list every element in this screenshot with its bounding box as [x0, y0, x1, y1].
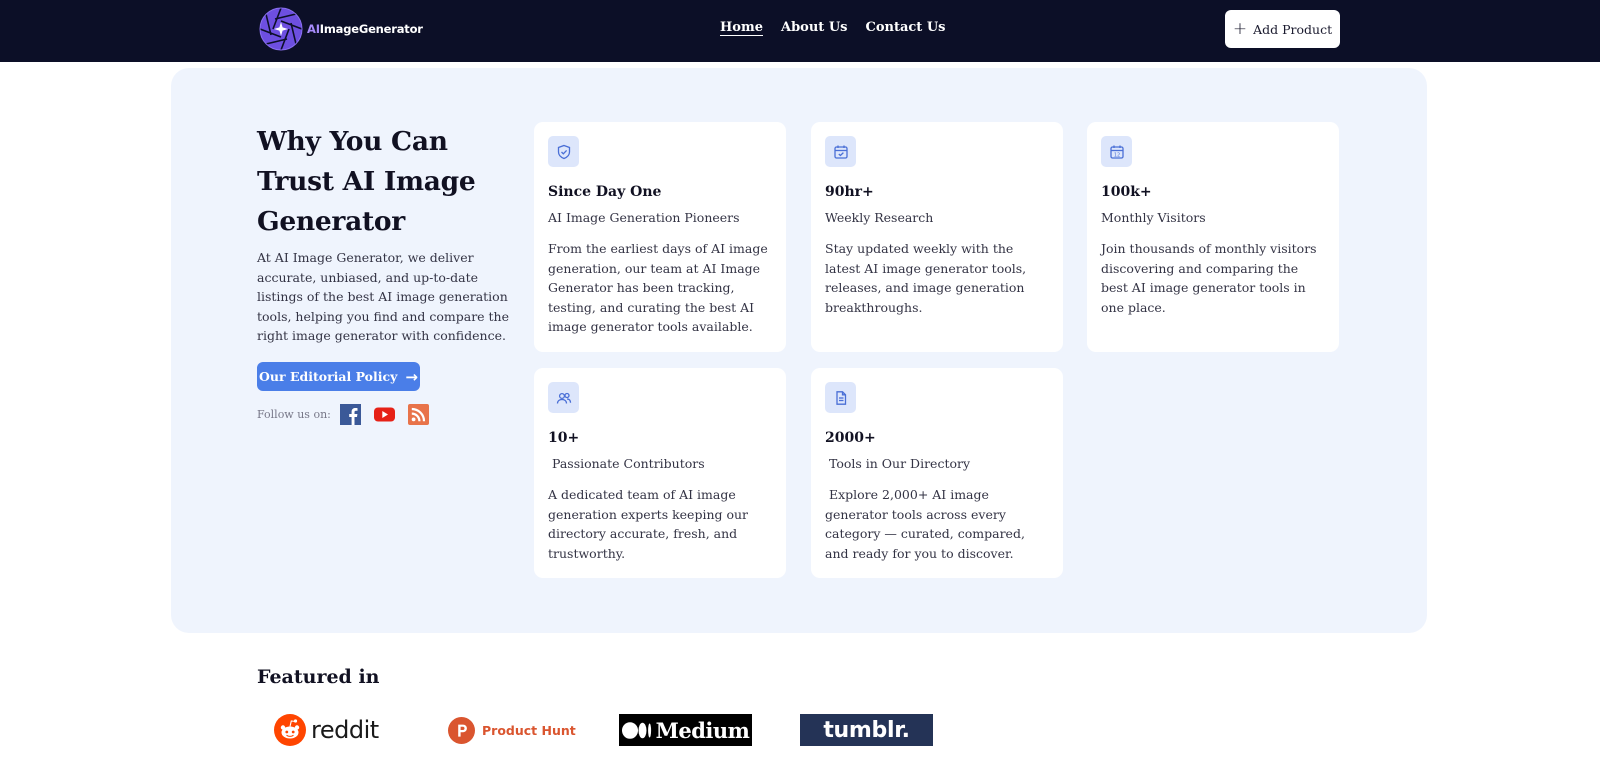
icon-tile: [548, 136, 579, 167]
trust-body: At AI Image Generator, we deliver accura…: [257, 250, 510, 344]
card-label: Passionate Contributors: [548, 456, 705, 471]
card-label: Monthly Visitors: [1101, 210, 1206, 225]
trust-card-since-day-one: Since Day One AI Image Generation Pionee…: [534, 122, 786, 352]
trust-heading: Why You Can Trust AI Image Generator: [257, 126, 476, 237]
arrow-right-icon: →: [405, 367, 418, 386]
follow-us-label: Follow us on:: [257, 408, 331, 421]
icon-tile: 12: [1101, 136, 1132, 167]
main-nav: Home About Us Contact Us: [720, 20, 945, 35]
facebook-icon[interactable]: [339, 404, 361, 425]
icon-tile: [825, 136, 856, 167]
svg-text:12: 12: [1113, 152, 1119, 158]
card-description: A dedicated team of AI image generation …: [548, 487, 753, 561]
trust-card-weekly-research: 90hr+ Weekly Research Stay updated weekl…: [811, 122, 1063, 352]
featured-logo-tumblr[interactable]: tumblr.: [800, 713, 933, 747]
card-stat: 2000+: [825, 430, 876, 446]
site-logo[interactable]: AIImageGenerator: [259, 7, 423, 51]
users-icon: [556, 392, 571, 404]
reddit-wordmark: reddit: [311, 716, 379, 744]
medium-dots-icon: [621, 721, 651, 739]
product-hunt-icon: [448, 716, 475, 744]
medium-logo-box: Medium: [619, 714, 752, 746]
reddit-alien-icon: [274, 714, 306, 746]
nav-link-contact-us[interactable]: Contact Us: [865, 20, 945, 35]
youtube-icon[interactable]: [373, 404, 395, 425]
card-stat: Since Day One: [548, 184, 662, 200]
editorial-policy-button[interactable]: Our Editorial Policy →: [257, 362, 420, 391]
tumblr-logo-box: tumblr.: [800, 714, 933, 746]
card-label: Tools in Our Directory: [825, 456, 971, 471]
rss-icon[interactable]: [407, 404, 429, 425]
top-navigation-bar: AIImageGenerator Home About Us Contact U…: [0, 0, 1600, 62]
card-stat: 10+: [548, 430, 580, 446]
card-description: Explore 2,000+ AI image generator tools …: [825, 487, 1029, 561]
featured-logo-product-hunt[interactable]: Product Hunt: [448, 713, 576, 747]
card-description: Join thousands of monthly visitors disco…: [1101, 241, 1321, 315]
card-description: From the earliest days of AI image gener…: [548, 241, 772, 335]
aperture-logo-icon: [259, 7, 303, 51]
nav-link-about-us[interactable]: About Us: [781, 20, 848, 35]
follow-us-row: Follow us on:: [257, 404, 442, 425]
trust-card-directory: 2000+ Tools in Our Directory Explore 2,0…: [811, 368, 1063, 578]
add-product-label: Add Product: [1253, 21, 1333, 37]
card-description: Stay updated weekly with the latest AI i…: [825, 241, 1031, 315]
product-hunt-wordmark: Product Hunt: [482, 722, 576, 738]
plus-icon: +: [1232, 18, 1248, 39]
card-label: Weekly Research: [825, 210, 934, 225]
add-product-button[interactable]: + Add Product: [1225, 10, 1340, 48]
card-label: AI Image Generation Pioneers: [548, 210, 740, 225]
nav-link-home[interactable]: Home: [720, 20, 763, 35]
trust-intro: Why You Can Trust AI Image Generator At …: [257, 122, 515, 346]
icon-tile: [825, 382, 856, 413]
trust-card-monthly-visitors: 12 100k+ Monthly Visitors Join thousands…: [1087, 122, 1339, 352]
shield-check-icon: [557, 144, 570, 159]
trust-card-contributors: 10+ Passionate Contributors A dedicated …: [534, 368, 786, 578]
featured-logo-reddit[interactable]: reddit: [274, 713, 379, 747]
tumblr-wordmark: tumblr.: [823, 717, 910, 743]
featured-logo-medium[interactable]: Medium: [619, 713, 752, 747]
calendar-check-icon: [833, 145, 848, 159]
card-stat: 100k+: [1101, 184, 1152, 200]
featured-in-heading: Featured in: [257, 666, 380, 688]
card-stat: 90hr+: [825, 184, 874, 200]
document-icon: [835, 390, 846, 405]
editorial-policy-label: Our Editorial Policy: [259, 369, 398, 384]
icon-tile: [548, 382, 579, 413]
calendar-12-icon: 12: [1109, 145, 1124, 159]
logo-wordmark: AIImageGenerator: [307, 22, 423, 36]
medium-wordmark: Medium: [655, 717, 750, 743]
